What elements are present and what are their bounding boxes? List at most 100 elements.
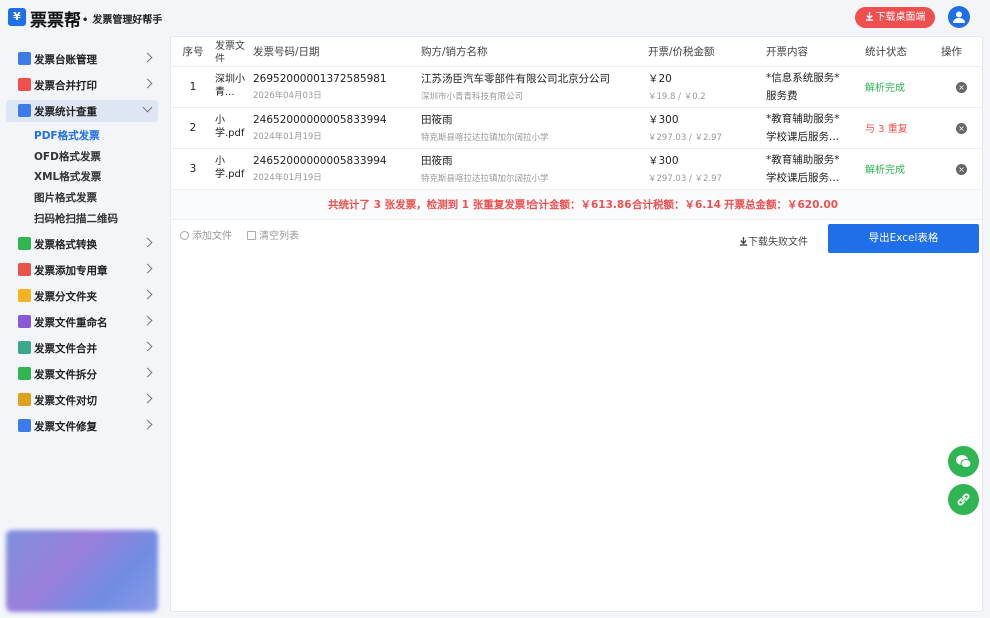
table-header-row: 序号 发票文件 发票号码/日期 购方/销方名称 开票/价税金额 开票内容 统计状… xyxy=(171,37,982,67)
download-desktop-label: 下载桌面端 xyxy=(875,12,926,23)
row-action: × xyxy=(941,148,982,190)
table-row: 1 深圳小青... 26952000001372585981 2026年04月03… xyxy=(171,66,982,108)
user-icon xyxy=(953,11,965,23)
folder-icon xyxy=(18,289,31,302)
row-number: 26952000001372585981 2026年04月03日 xyxy=(253,66,421,108)
add-file-button[interactable]: 添加文件 xyxy=(180,227,232,242)
cut-icon xyxy=(18,393,31,406)
row-index: 2 xyxy=(171,107,215,149)
sidebar-item-label: 发票添加专用章 xyxy=(34,265,108,277)
sub-item-xml[interactable]: XML格式发票 xyxy=(34,169,101,184)
link-float-button[interactable] xyxy=(948,484,979,515)
wechat-float-button[interactable] xyxy=(948,446,979,477)
sub-item-pdf[interactable]: PDF格式发票 xyxy=(34,128,100,143)
promo-banner[interactable] xyxy=(6,530,158,612)
row-date: 2024年01月19日 xyxy=(253,131,322,142)
main-panel: 序号 发票文件 发票号码/日期 购方/销方名称 开票/价税金额 开票内容 统计状… xyxy=(170,36,983,612)
app-logo-icon: ¥ xyxy=(8,8,26,26)
sidebar-item-merge-print[interactable]: 发票合并打印 xyxy=(6,74,158,96)
link-icon xyxy=(957,493,970,506)
row-seller: 特克斯县喀拉达拉镇加尔阔拉小学 xyxy=(421,174,549,184)
chevron-down-icon xyxy=(142,102,153,113)
ledger-icon xyxy=(18,52,31,65)
chevron-right-icon xyxy=(142,419,153,430)
row-amount: ￥300 ￥297.03 / ￥2.97 xyxy=(648,107,766,149)
summary-grand-total: 开票总金额：￥620.00 xyxy=(724,199,839,211)
export-excel-button[interactable]: 导出Excel表格 xyxy=(828,224,979,253)
row-date: 2026年04月03日 xyxy=(253,90,322,101)
download-failed-button[interactable]: 下载失败文件 xyxy=(739,233,808,248)
sidebar-item-format-convert[interactable]: 发票格式转换 xyxy=(6,233,158,255)
header-file: 发票文件 xyxy=(215,37,253,67)
chevron-right-icon xyxy=(142,78,153,89)
row-status: 解析完成 xyxy=(865,148,941,190)
sidebar-item-folders[interactable]: 发票分文件夹 xyxy=(6,285,158,307)
header-content: 开票内容 xyxy=(766,37,865,67)
sidebar-item-label: 发票文件重命名 xyxy=(34,317,108,329)
stats-icon xyxy=(18,104,31,117)
row-file: 小学.pdf xyxy=(215,107,253,149)
chevron-right-icon xyxy=(142,341,153,352)
row-seller: 深圳市小青青科技有限公司 xyxy=(421,92,524,102)
sidebar-item-file-repair[interactable]: 发票文件修复 xyxy=(6,415,158,437)
sidebar-item-file-cut[interactable]: 发票文件对切 xyxy=(6,389,158,411)
add-circle-icon xyxy=(180,231,189,240)
sidebar-item-add-stamp[interactable]: 发票添加专用章 xyxy=(6,259,158,281)
stamp-icon xyxy=(18,263,31,276)
row-number: 24652000000005833994 2024年01月19日 xyxy=(253,107,421,149)
row-index: 1 xyxy=(171,66,215,108)
summary-count: 共统计了 3 张发票，检测到 1 张重复发票！ xyxy=(328,199,536,211)
sidebar-item-stats-dedupe[interactable]: 发票统计查重 xyxy=(6,100,158,122)
printer-icon xyxy=(18,78,31,91)
sidebar-item-label: 发票合并打印 xyxy=(34,80,97,92)
header-number: 发票号码/日期 xyxy=(253,37,421,67)
row-status: 与 3 重复 xyxy=(865,107,941,149)
header-party: 购方/销方名称 xyxy=(421,37,648,67)
row-status: 解析完成 xyxy=(865,66,941,108)
sidebar-item-label: 发票统计查重 xyxy=(34,106,97,118)
sub-item-image[interactable]: 图片格式发票 xyxy=(34,190,97,205)
row-index: 3 xyxy=(171,148,215,190)
header-action: 操作 xyxy=(941,37,982,67)
merge-icon xyxy=(18,341,31,354)
delete-icon[interactable]: × xyxy=(956,81,967,93)
delete-icon[interactable]: × xyxy=(956,163,967,175)
sub-item-ofd[interactable]: OFD格式发票 xyxy=(34,149,101,164)
row-amount: ￥300 ￥297.03 / ￥2.97 xyxy=(648,148,766,190)
table-row: 3 小学.pdf 24652000000005833994 2024年01月19日… xyxy=(171,148,982,190)
sub-item-qr-scan[interactable]: 扫码枪扫描二维码 xyxy=(34,211,118,226)
sidebar-item-label: 发票分文件夹 xyxy=(34,291,97,303)
download-desktop-button[interactable]: 下载桌面端 xyxy=(855,7,935,28)
row-action: × xyxy=(941,107,982,149)
trash-icon xyxy=(247,231,256,240)
chevron-right-icon xyxy=(142,315,153,326)
sidebar-item-file-merge[interactable]: 发票文件合并 xyxy=(6,337,158,359)
delete-icon[interactable]: × xyxy=(956,122,967,134)
app-header: ¥ 票票帮 发票管理好帮手 下载桌面端 xyxy=(0,0,990,36)
convert-icon xyxy=(18,237,31,250)
sidebar-item-rename[interactable]: 发票文件重命名 xyxy=(6,311,158,333)
wrench-icon xyxy=(18,419,31,432)
chevron-right-icon xyxy=(142,263,153,274)
row-action: × xyxy=(941,66,982,108)
summary-total-tax: 合计税额：￥6.14 xyxy=(632,199,721,211)
row-content: *信息系统服务* 服务费 xyxy=(766,66,865,108)
sidebar-item-ledger[interactable]: 发票台账管理 xyxy=(6,48,158,70)
clear-list-button[interactable]: 清空列表 xyxy=(247,227,299,242)
row-party: 江苏汤臣汽车零部件有限公司北京分公司 深圳市小青青科技有限公司 xyxy=(421,66,648,108)
sidebar-item-label: 发票台账管理 xyxy=(34,54,97,66)
row-amount: ￥20 ￥19.8 / ￥0.2 xyxy=(648,66,766,108)
sidebar-item-label: 发票格式转换 xyxy=(34,239,97,251)
chevron-right-icon xyxy=(142,52,153,63)
row-content: *教育辅助服务* 学校课后服务... xyxy=(766,148,865,190)
download-icon xyxy=(739,237,748,246)
row-date: 2024年01月19日 xyxy=(253,172,322,183)
row-amount-detail: ￥19.8 / ￥0.2 xyxy=(648,92,706,102)
user-avatar[interactable] xyxy=(948,6,970,28)
summary-total-amount: 合计金额：￥613.86 xyxy=(528,199,632,211)
app-slogan: 发票管理好帮手 xyxy=(82,11,162,26)
row-party: 田筱雨 特克斯县喀拉达拉镇加尔阔拉小学 xyxy=(421,148,648,190)
sidebar-item-file-split[interactable]: 发票文件拆分 xyxy=(6,363,158,385)
row-seller: 特克斯县喀拉达拉镇加尔阔拉小学 xyxy=(421,133,549,143)
sidebar-item-label: 发票文件合并 xyxy=(34,343,97,355)
